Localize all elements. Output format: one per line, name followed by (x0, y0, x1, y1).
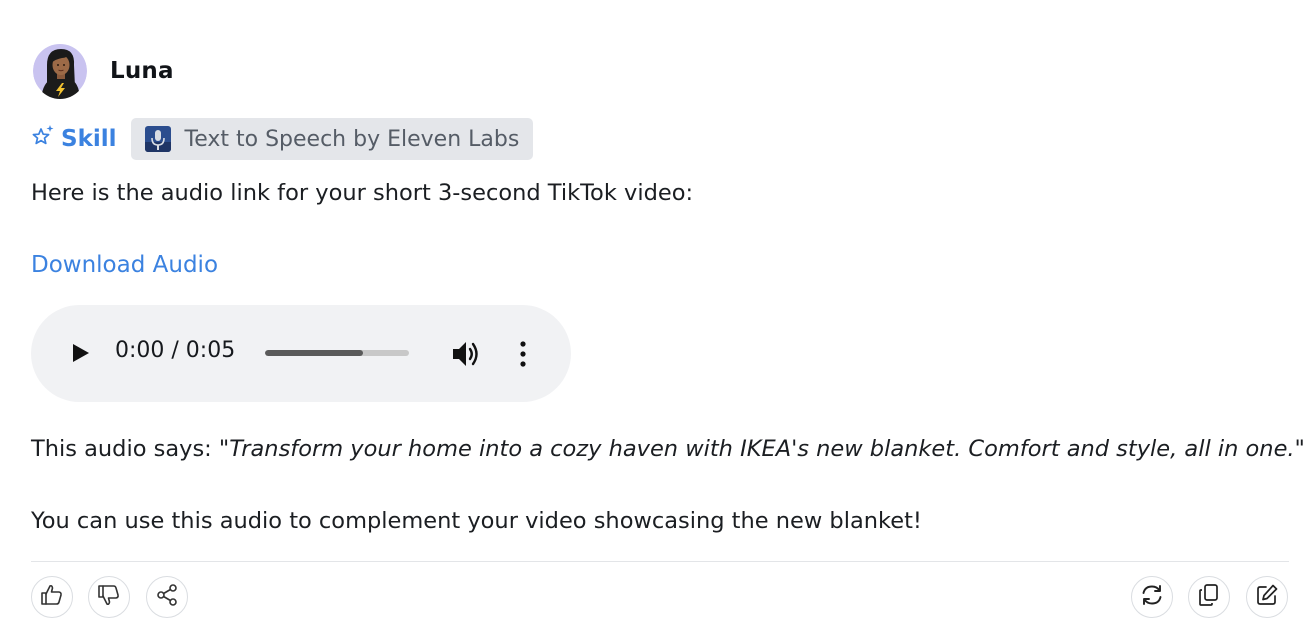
edit-icon (1254, 582, 1280, 612)
thumbs-down-icon (96, 582, 122, 612)
skill-label: Skill (61, 126, 117, 152)
agent-name: Luna (110, 58, 174, 84)
divider (31, 561, 1289, 562)
message-header: Luna (33, 43, 174, 99)
microphone-thumbnail-icon (144, 126, 171, 152)
thumbs-up-icon (39, 582, 65, 612)
skill-button[interactable]: Skill (30, 123, 117, 155)
audio-progress-bar[interactable] (265, 350, 409, 356)
download-audio-link[interactable]: Download Audio (31, 252, 218, 278)
audio-transcript: This audio says: "Transform your home in… (31, 436, 1304, 462)
more-vertical-icon[interactable] (515, 339, 531, 369)
sparkle-star-icon (30, 123, 61, 155)
intro-text: Here is the audio link for your short 3-… (31, 180, 694, 206)
edit-button[interactable] (1246, 576, 1288, 618)
skill-chip[interactable]: Text to Speech by Eleven Labs (130, 118, 534, 160)
regenerate-button[interactable] (1131, 576, 1173, 618)
woman-avatar-icon (33, 43, 87, 99)
regenerate-icon (1139, 582, 1165, 612)
copy-icon (1196, 582, 1222, 612)
closing-text: You can use this audio to complement you… (31, 508, 922, 534)
share-icon (155, 583, 179, 611)
thumbs-up-button[interactable] (31, 576, 73, 618)
transcript-quote: "Transform your home into a cozy haven w… (218, 436, 1304, 462)
copy-button[interactable] (1188, 576, 1230, 618)
skill-row: Skill Text to Speech by Eleven Labs (30, 118, 534, 160)
transcript-label: This audio says: (31, 436, 219, 462)
audio-player: 0:00 / 0:05 (31, 305, 571, 402)
chat-message: Luna Skill Text to Speech by Eleven Labs… (0, 0, 1304, 640)
audio-progress-fill (265, 350, 363, 356)
play-icon[interactable] (69, 341, 93, 365)
thumbs-down-button[interactable] (88, 576, 130, 618)
volume-icon[interactable] (451, 339, 483, 369)
skill-chip-label: Text to Speech by Eleven Labs (184, 126, 520, 152)
share-button[interactable] (146, 576, 188, 618)
audio-time-display: 0:00 / 0:05 (115, 338, 236, 363)
